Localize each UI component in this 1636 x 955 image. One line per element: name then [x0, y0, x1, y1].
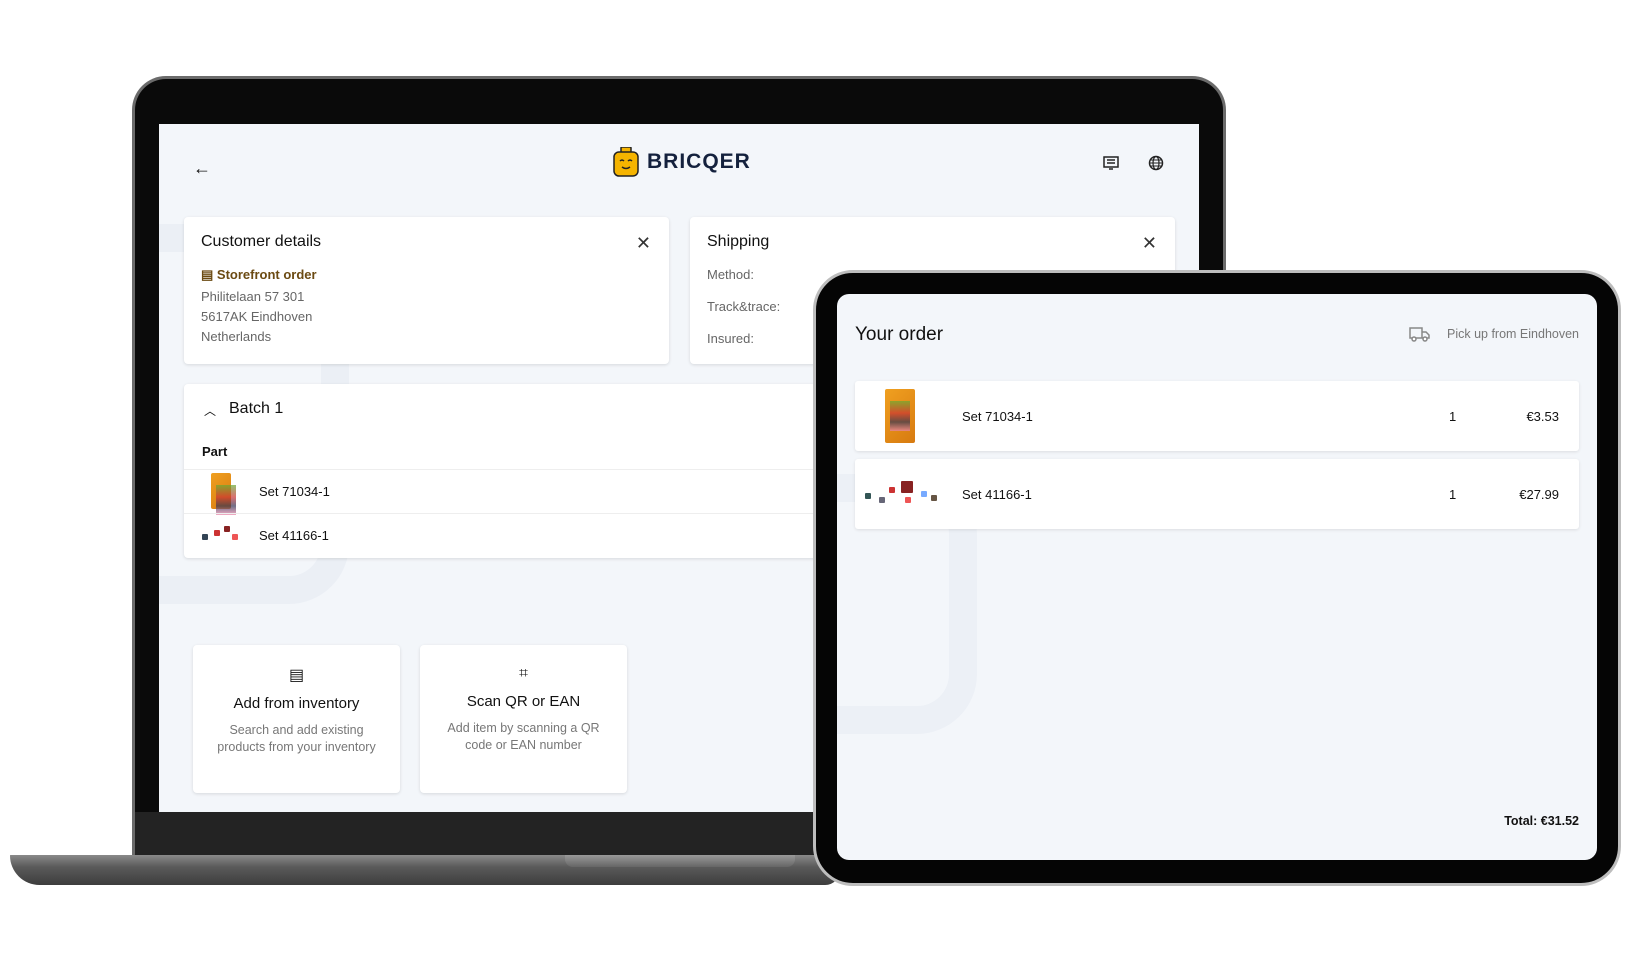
item-price: €27.99	[1519, 487, 1559, 502]
customer-address: Philitelaan 57 301 5617AK Eindhoven Neth…	[201, 287, 312, 347]
shipping-tracktrace-label: Track&trace:	[707, 299, 781, 314]
column-header-part: Part	[202, 444, 228, 459]
customer-details-card: Customer details ✕ ▤ Storefront order Ph…	[184, 217, 669, 364]
scan-qr-ean-button[interactable]: ⌗ Scan QR or EAN Add item by scanning a …	[420, 645, 627, 793]
laptop-notch	[565, 855, 795, 867]
item-name: Set 71034-1	[962, 409, 1033, 424]
close-icon[interactable]: ✕	[1142, 233, 1157, 254]
order-item[interactable]: Set 41166-1 1 €27.99	[855, 459, 1579, 529]
add-from-inventory-button[interactable]: ▤ Add from inventory Search and add exis…	[193, 645, 400, 793]
address-line: Philitelaan 57 301	[201, 289, 305, 304]
order-item[interactable]: Set 71034-1 1 €3.53	[855, 381, 1579, 451]
truck-icon	[1409, 327, 1430, 342]
action-title: Scan QR or EAN	[466, 693, 581, 710]
brand-logo: BRICQER	[613, 147, 751, 177]
qr-scan-icon: ⌗	[518, 665, 528, 682]
storefront-icon: ▤	[201, 267, 214, 282]
storefront-icon: ▤	[288, 667, 305, 684]
action-title: Add from inventory	[233, 695, 360, 712]
item-quantity: 1	[1449, 409, 1457, 424]
item-quantity: 1	[1449, 487, 1457, 502]
item-price: €3.53	[1526, 409, 1559, 424]
brand-name: BRICQER	[647, 150, 751, 173]
action-description: Add item by scanning a QR code or EAN nu…	[447, 721, 600, 752]
part-name: Set 41166-1	[259, 528, 329, 543]
chevron-up-icon[interactable]: ︿	[204, 402, 216, 419]
order-type-label: Storefront order	[216, 267, 317, 282]
action-description: Search and add existing products from yo…	[217, 723, 376, 754]
set-thumbnail	[865, 479, 937, 509]
shipping-insured-label: Insured:	[707, 331, 754, 346]
shipping-method-label: Method:	[707, 267, 754, 282]
close-icon[interactable]: ✕	[636, 233, 651, 254]
order-type: ▤ Storefront order	[201, 267, 317, 283]
tablet-screen: Your order Pick up from Eindhoven Set 71…	[837, 294, 1597, 860]
customer-details-title: Customer details	[201, 233, 322, 250]
set-thumbnail	[211, 473, 236, 515]
bricqer-head-icon	[613, 147, 639, 177]
batch-title: Batch 1	[229, 400, 284, 417]
address-line: Netherlands	[201, 329, 272, 344]
item-name: Set 41166-1	[962, 487, 1032, 502]
globe-icon[interactable]	[1148, 155, 1164, 171]
pickup-info: Pick up from Eindhoven	[1409, 326, 1579, 342]
receipt-icon[interactable]	[1103, 156, 1119, 170]
set-thumbnail	[885, 389, 915, 443]
shipping-title: Shipping	[707, 233, 770, 250]
part-name: Set 71034-1	[259, 484, 330, 499]
order-total: Total: €31.52	[1504, 814, 1579, 828]
back-arrow-icon[interactable]: ←	[193, 158, 211, 179]
address-line: 5617AK Eindhoven	[201, 309, 313, 324]
pickup-label: Pick up from Eindhoven	[1446, 327, 1579, 341]
order-title: Your order	[855, 324, 944, 345]
set-thumbnail	[202, 526, 242, 544]
